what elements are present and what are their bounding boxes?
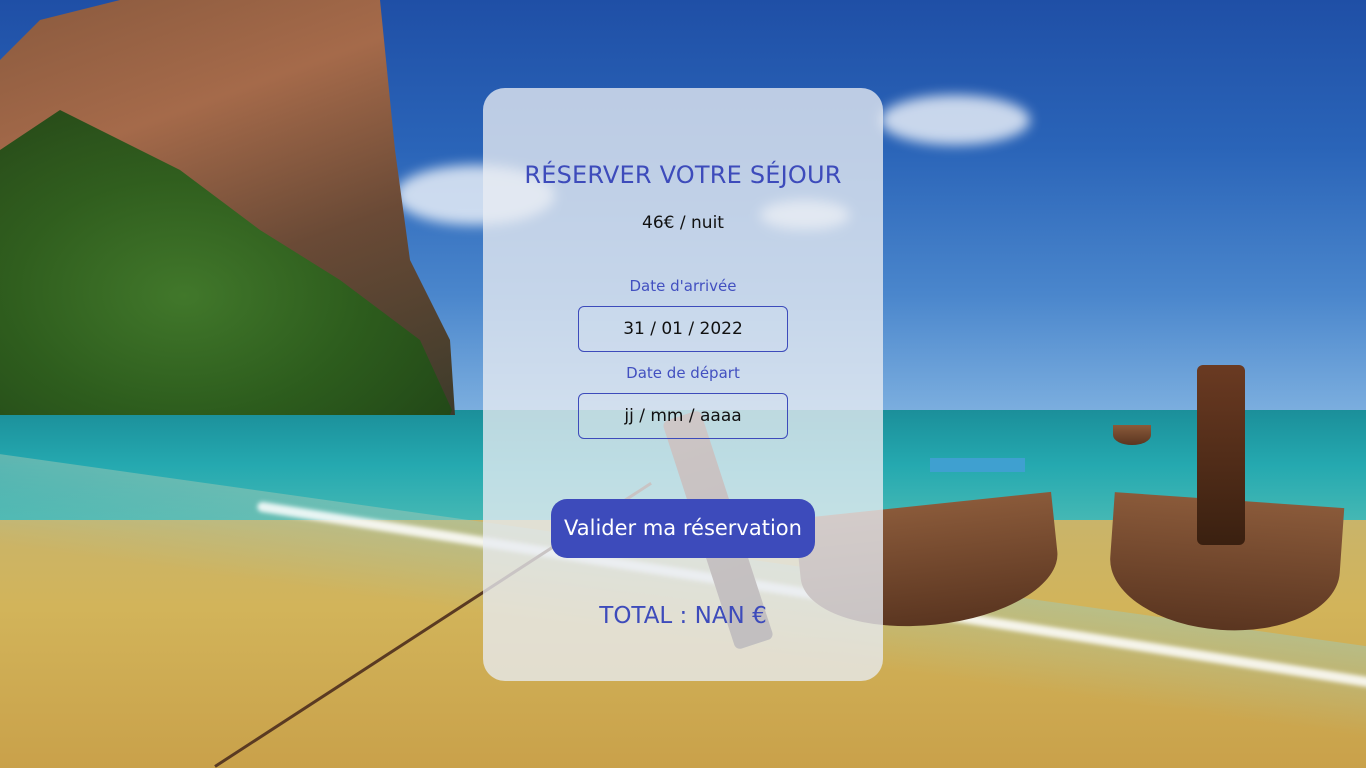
total-price: TOTAL : NAN €	[599, 603, 767, 629]
arrival-date-input[interactable]: 31 / 01 / 2022	[578, 306, 788, 352]
booking-title: RÉSERVER VOTRE SÉJOUR	[524, 161, 842, 189]
cloud	[880, 95, 1030, 145]
distant-boat	[1113, 425, 1151, 445]
boat-canopy	[930, 458, 1025, 472]
arrival-date-label: Date d'arrivée	[629, 277, 737, 295]
departure-date-input[interactable]: jj / mm / aaaa	[578, 393, 788, 439]
submit-booking-button[interactable]: Valider ma réservation	[551, 499, 815, 558]
booking-card: RÉSERVER VOTRE SÉJOUR 46€ / nuit Date d'…	[483, 88, 883, 681]
price-per-night: 46€ / nuit	[642, 213, 724, 233]
boat-prow	[1197, 365, 1245, 545]
departure-date-label: Date de départ	[626, 364, 740, 382]
